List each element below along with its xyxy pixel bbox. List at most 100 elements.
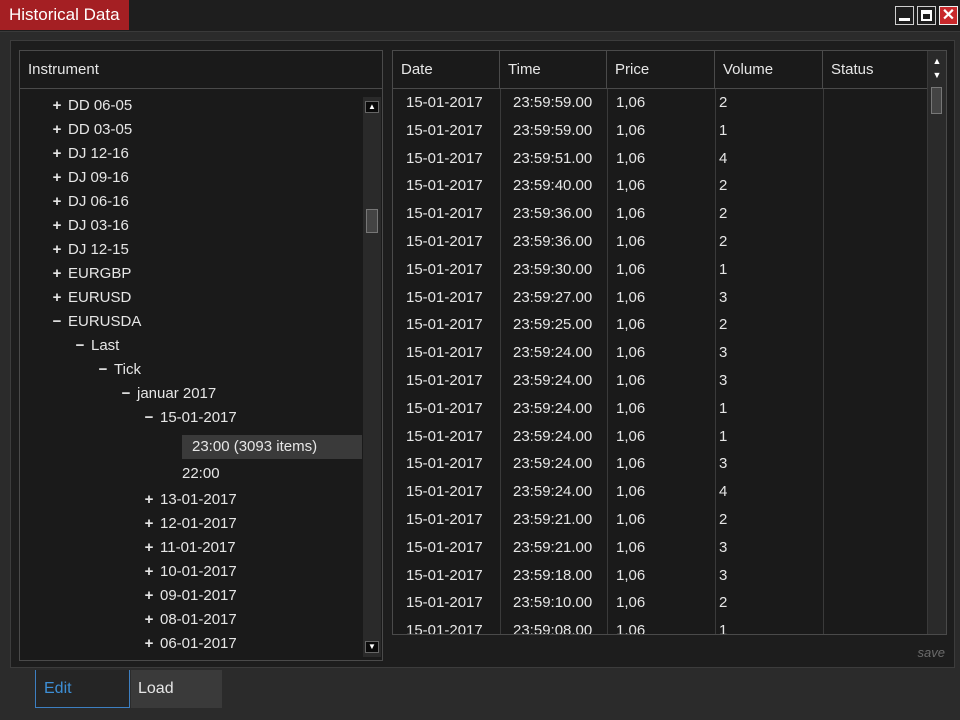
expand-icon[interactable]: +: [142, 584, 156, 608]
tree-item[interactable]: + DJ 09-16: [50, 166, 129, 190]
table-cell: 1,06: [616, 427, 646, 445]
table-cell: 15-01-2017: [406, 538, 483, 556]
expand-icon[interactable]: +: [50, 262, 64, 286]
table-row[interactable]: 15-01-2017 23:59:59.00 1,06 2: [393, 89, 928, 117]
column-header[interactable]: Time: [500, 51, 607, 88]
table-row[interactable]: 15-01-2017 23:59:51.00 1,06 4: [393, 145, 928, 173]
expand-icon[interactable]: +: [142, 632, 156, 656]
column-divider: [715, 89, 716, 634]
tree-item[interactable]: + EURGBP: [50, 262, 132, 286]
expand-icon[interactable]: +: [50, 238, 64, 262]
scroll-up-icon[interactable]: ▲: [931, 55, 943, 67]
tree-item[interactable]: +12-01-2017: [142, 512, 237, 536]
table-cell: 1,06: [616, 399, 646, 417]
table-cell: 1,06: [616, 94, 646, 111]
table-row[interactable]: 15-01-2017 23:59:59.00 1,06 1: [393, 117, 928, 145]
column-header[interactable]: Price: [607, 51, 715, 88]
tree-item-label: DJ 03-16: [68, 217, 129, 234]
close-icon[interactable]: ✕: [939, 6, 958, 25]
tree-item-label: Tick: [114, 361, 141, 378]
tree-item[interactable]: +06-01-2017: [142, 632, 237, 656]
tree-item[interactable]: + DJ 06-16: [50, 190, 129, 214]
table-row[interactable]: 15-01-2017 23:59:27.00 1,06 3: [393, 284, 928, 312]
table-row[interactable]: 15-01-2017 23:59:24.00 1,06 1: [393, 423, 928, 451]
tree-item-selected[interactable]: 23:00 (3093 items): [182, 435, 362, 459]
tree-item-label: 11-01-2017: [160, 539, 236, 556]
collapse-icon[interactable]: −: [119, 382, 133, 406]
minimize-icon[interactable]: [895, 6, 914, 25]
save-link[interactable]: save: [918, 645, 945, 660]
table-row[interactable]: 15-01-2017 23:59:24.00 1,06 3: [393, 450, 928, 478]
tree-item[interactable]: − januar 2017: [119, 382, 217, 406]
table-row[interactable]: 15-01-2017 23:59:36.00 1,06 2: [393, 228, 928, 256]
table-row[interactable]: 15-01-2017 23:59:08.00 1,06 1: [393, 617, 928, 634]
column-header[interactable]: Status: [823, 51, 930, 88]
expand-icon[interactable]: +: [142, 512, 156, 536]
tree-item[interactable]: +13-01-2017: [142, 488, 237, 512]
tree-item[interactable]: +11-01-2017: [142, 536, 236, 560]
table-cell: 23:59:08.00: [513, 622, 593, 634]
tree-item[interactable]: + DJ 03-16: [50, 214, 129, 238]
scroll-thumb[interactable]: [366, 209, 378, 233]
table-row[interactable]: 15-01-2017 23:59:24.00 1,06 3: [393, 339, 928, 367]
expand-icon[interactable]: +: [50, 190, 64, 214]
scroll-thumb[interactable]: [931, 87, 942, 114]
tree-item[interactable]: + EURUSD: [50, 286, 132, 310]
expand-icon[interactable]: +: [50, 214, 64, 238]
table-cell: 1,06: [616, 316, 646, 334]
table-row[interactable]: 15-01-2017 23:59:21.00 1,06 3: [393, 534, 928, 562]
scroll-down-icon[interactable]: ▼: [365, 641, 379, 653]
scroll-up-icon[interactable]: ▲: [365, 101, 379, 113]
tab-load[interactable]: Load: [131, 670, 222, 708]
tree-item[interactable]: +09-01-2017: [142, 584, 237, 608]
tree-item[interactable]: +08-01-2017: [142, 608, 237, 632]
collapse-icon[interactable]: −: [96, 358, 110, 382]
table-row[interactable]: 15-01-2017 23:59:24.00 1,06 4: [393, 478, 928, 506]
collapse-icon[interactable]: −: [50, 310, 64, 334]
table-cell: 23:59:27.00: [513, 288, 593, 306]
expand-icon[interactable]: +: [142, 536, 156, 560]
column-header[interactable]: Date: [393, 51, 500, 88]
table-row[interactable]: 15-01-2017 23:59:40.00 1,06 2: [393, 172, 928, 200]
tree-item[interactable]: +10-01-2017: [142, 560, 237, 584]
table-cell: 23:59:21.00: [513, 538, 593, 556]
tree-item[interactable]: − EURUSDA: [50, 310, 142, 334]
table-row[interactable]: 15-01-2017 23:59:25.00 1,06 2: [393, 311, 928, 339]
expand-icon[interactable]: +: [142, 608, 156, 632]
instrument-header[interactable]: Instrument: [20, 51, 382, 89]
tree-item-label: 12-01-2017: [160, 515, 237, 532]
scroll-down-icon[interactable]: ▼: [931, 69, 943, 81]
table-row[interactable]: 15-01-2017 23:59:24.00 1,06 1: [393, 395, 928, 423]
collapse-icon[interactable]: −: [142, 406, 156, 430]
tree-item[interactable]: − Last: [73, 334, 120, 358]
expand-icon[interactable]: +: [142, 560, 156, 584]
expand-icon[interactable]: +: [142, 488, 156, 512]
table-row[interactable]: 15-01-2017 23:59:18.00 1,06 3: [393, 562, 928, 590]
table-row[interactable]: 15-01-2017 23:59:10.00 1,06 2: [393, 589, 928, 617]
table-cell: 23:59:24.00: [513, 455, 593, 473]
grid-scrollbar[interactable]: ▲ ▼: [927, 51, 946, 634]
tree-item[interactable]: + DJ 12-15: [50, 238, 129, 262]
tree-item[interactable]: + DD 06-05: [50, 94, 133, 118]
tree-item[interactable]: −15-01-2017: [142, 406, 237, 430]
table-row[interactable]: 15-01-2017 23:59:21.00 1,06 2: [393, 506, 928, 534]
expand-icon[interactable]: +: [50, 118, 64, 142]
table-row[interactable]: 15-01-2017 23:59:24.00 1,06 3: [393, 367, 928, 395]
tree-item[interactable]: + DJ 12-16: [50, 142, 129, 166]
expand-icon[interactable]: +: [50, 286, 64, 310]
table-cell: 1,06: [616, 455, 646, 473]
maximize-icon[interactable]: [917, 6, 936, 25]
column-header[interactable]: Volume: [715, 51, 823, 88]
tree-scrollbar[interactable]: ▲ ▼: [363, 97, 381, 657]
expand-icon[interactable]: +: [50, 142, 64, 166]
expand-icon[interactable]: +: [50, 166, 64, 190]
tree-item[interactable]: + DD 03-05: [50, 118, 133, 142]
tree-item[interactable]: 22:00: [182, 462, 220, 486]
table-cell: 23:59:36.00: [513, 233, 593, 250]
tree-item[interactable]: − Tick: [96, 358, 141, 382]
tab-edit[interactable]: Edit: [35, 670, 130, 708]
expand-icon[interactable]: +: [50, 94, 64, 118]
table-row[interactable]: 15-01-2017 23:59:30.00 1,06 1: [393, 256, 928, 284]
collapse-icon[interactable]: −: [73, 334, 87, 358]
table-row[interactable]: 15-01-2017 23:59:36.00 1,06 2: [393, 200, 928, 228]
